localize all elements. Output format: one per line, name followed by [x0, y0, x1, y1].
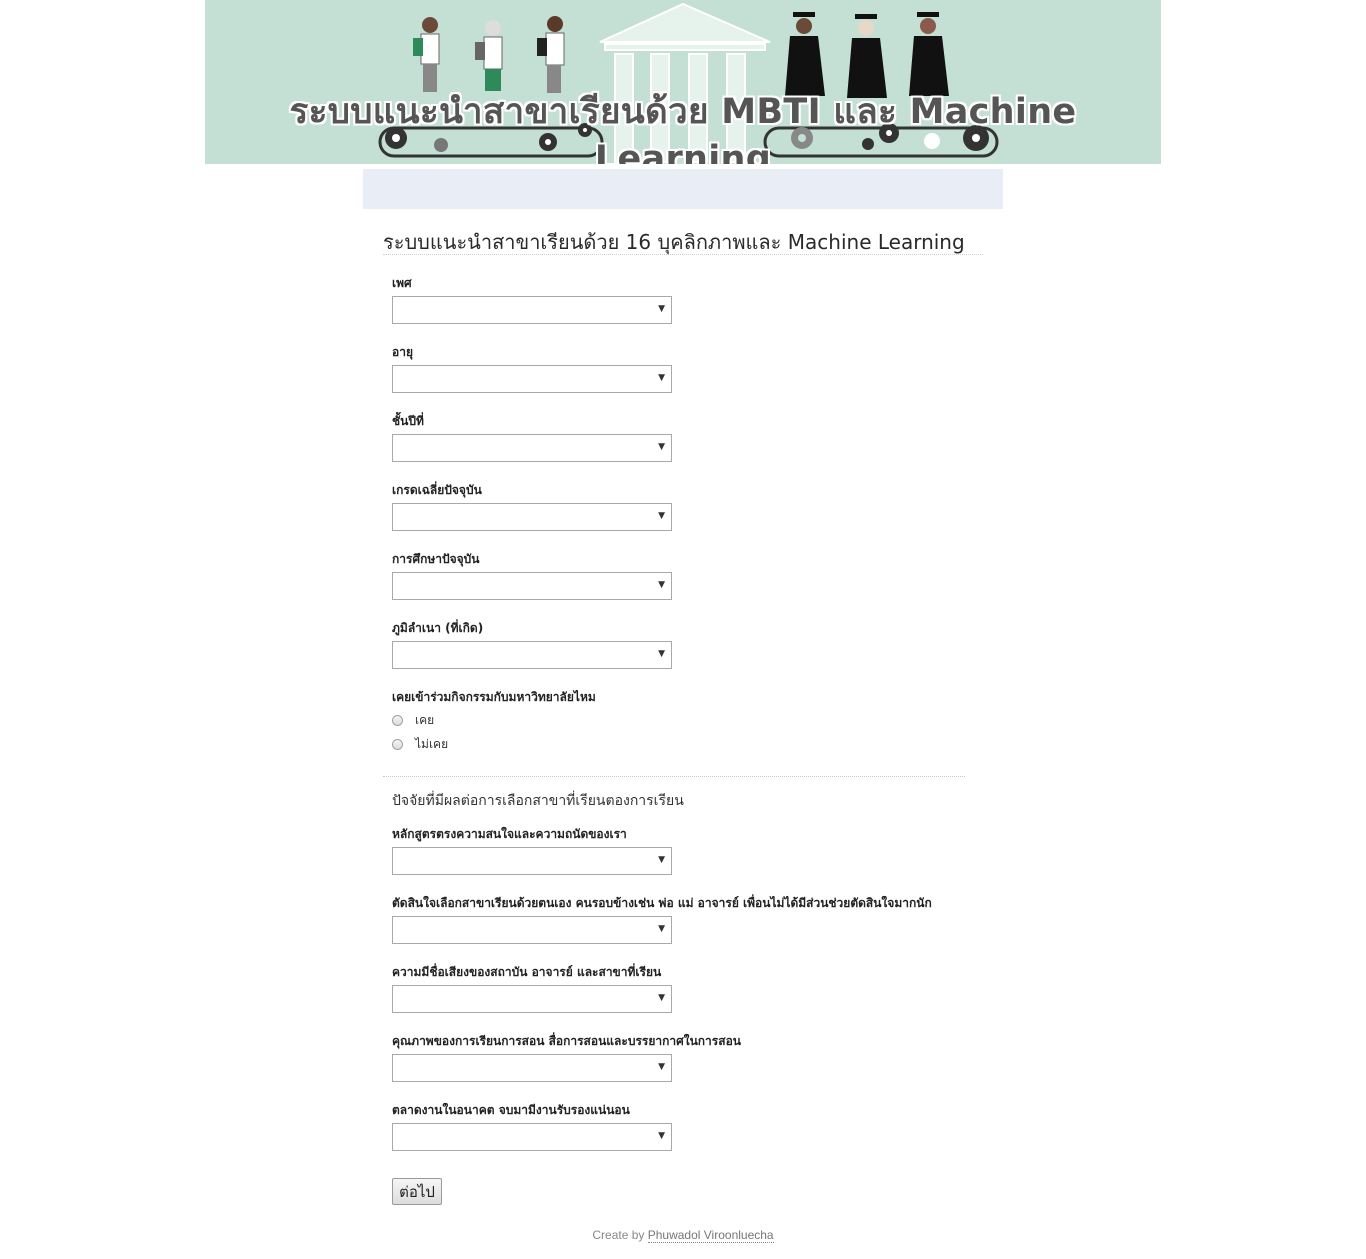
factor-job-market-label: ตลาดงานในอนาคต จบมามีงานรับรองแน่นอน — [392, 1103, 630, 1117]
factor-interest-select[interactable]: ▼ — [392, 847, 672, 875]
author-link[interactable]: Phuwadol Viroonluecha — [647, 1228, 774, 1243]
factor-teaching-quality-label: คุณภาพของการเรียนการสอน สื่อการสอนและบรร… — [392, 1034, 741, 1048]
caret-down-icon: ▼ — [658, 1062, 665, 1072]
factor-teaching-quality-select[interactable]: ▼ — [392, 1054, 672, 1082]
form-title: ระบบแนะนำสาขาเรียนด้วย 16 บุคลิกภาพและ M… — [383, 226, 983, 255]
education-label: การศึกษาปัจจุบัน — [392, 552, 480, 566]
activity-option-yes-label: เคย — [415, 712, 435, 727]
caret-down-icon: ▼ — [658, 304, 665, 314]
caret-down-icon: ▼ — [658, 442, 665, 452]
gender-label: เพศ — [392, 276, 412, 290]
students-illustration — [413, 16, 565, 93]
radio-button[interactable] — [392, 738, 403, 750]
gpa-select[interactable]: ▼ — [392, 503, 672, 531]
caret-down-icon: ▼ — [658, 993, 665, 1003]
activity-option-no-label: ไม่เคย — [415, 736, 449, 751]
notice-strip — [363, 169, 1003, 209]
gpa-label: เกรดเฉลี่ยปัจจุบัน — [392, 483, 482, 497]
age-label: อายุ — [392, 345, 413, 359]
year-level-label: ชั้นปีที่ — [392, 414, 424, 428]
factor-interest-label: หลักสูตรตรงความสนใจและความถนัดของเรา — [392, 827, 627, 841]
education-select[interactable]: ▼ — [392, 572, 672, 600]
factor-self-decision-select[interactable]: ▼ — [392, 916, 672, 944]
radio-button[interactable] — [392, 714, 403, 726]
factor-job-market-select[interactable]: ▼ — [392, 1123, 672, 1151]
gender-select[interactable]: ▼ — [392, 296, 672, 324]
caret-down-icon: ▼ — [658, 855, 665, 865]
factor-reputation-select[interactable]: ▼ — [392, 985, 672, 1013]
caret-down-icon: ▼ — [658, 580, 665, 590]
age-select[interactable]: ▼ — [392, 365, 672, 393]
activity-question-label: เคยเข้าร่วมกิจกรรมกับมหาวิทยาลัยไหม — [392, 690, 596, 704]
factor-reputation-label: ความมีชื่อเสียงของสถาบัน อาจารย์ และสาขา… — [392, 965, 662, 979]
factors-heading: ปัจจัยที่มีผลต่อการเลือกสาขาที่เรียนตองก… — [392, 793, 684, 809]
footer: Create by Phuwadol Viroonluecha — [0, 1228, 1366, 1243]
section-divider — [383, 776, 965, 777]
caret-down-icon: ▼ — [658, 373, 665, 383]
header-banner: ระบบแนะนำสาขาเรียนด้วย MBTI และ Machine … — [205, 0, 1161, 164]
hometown-label: ภูมิลำเนา (ที่เกิด) — [392, 621, 484, 635]
banner-title: ระบบแนะนำสาขาเรียนด้วย MBTI และ Machine … — [289, 92, 1077, 164]
caret-down-icon: ▼ — [658, 511, 665, 521]
next-button[interactable]: ต่อไป — [392, 1178, 442, 1205]
caret-down-icon: ▼ — [658, 1131, 665, 1141]
activity-option-yes[interactable]: เคย — [392, 711, 434, 729]
footer-prefix: Create by — [592, 1228, 648, 1242]
year-level-select[interactable]: ▼ — [392, 434, 672, 462]
caret-down-icon: ▼ — [658, 924, 665, 934]
hometown-select[interactable]: ▼ — [392, 641, 672, 669]
activity-option-no[interactable]: ไม่เคย — [392, 735, 448, 753]
factor-self-decision-label: ตัดสินใจเลือกสาขาเรียนด้วยตนเอง คนรอบข้า… — [392, 896, 932, 910]
caret-down-icon: ▼ — [658, 649, 665, 659]
